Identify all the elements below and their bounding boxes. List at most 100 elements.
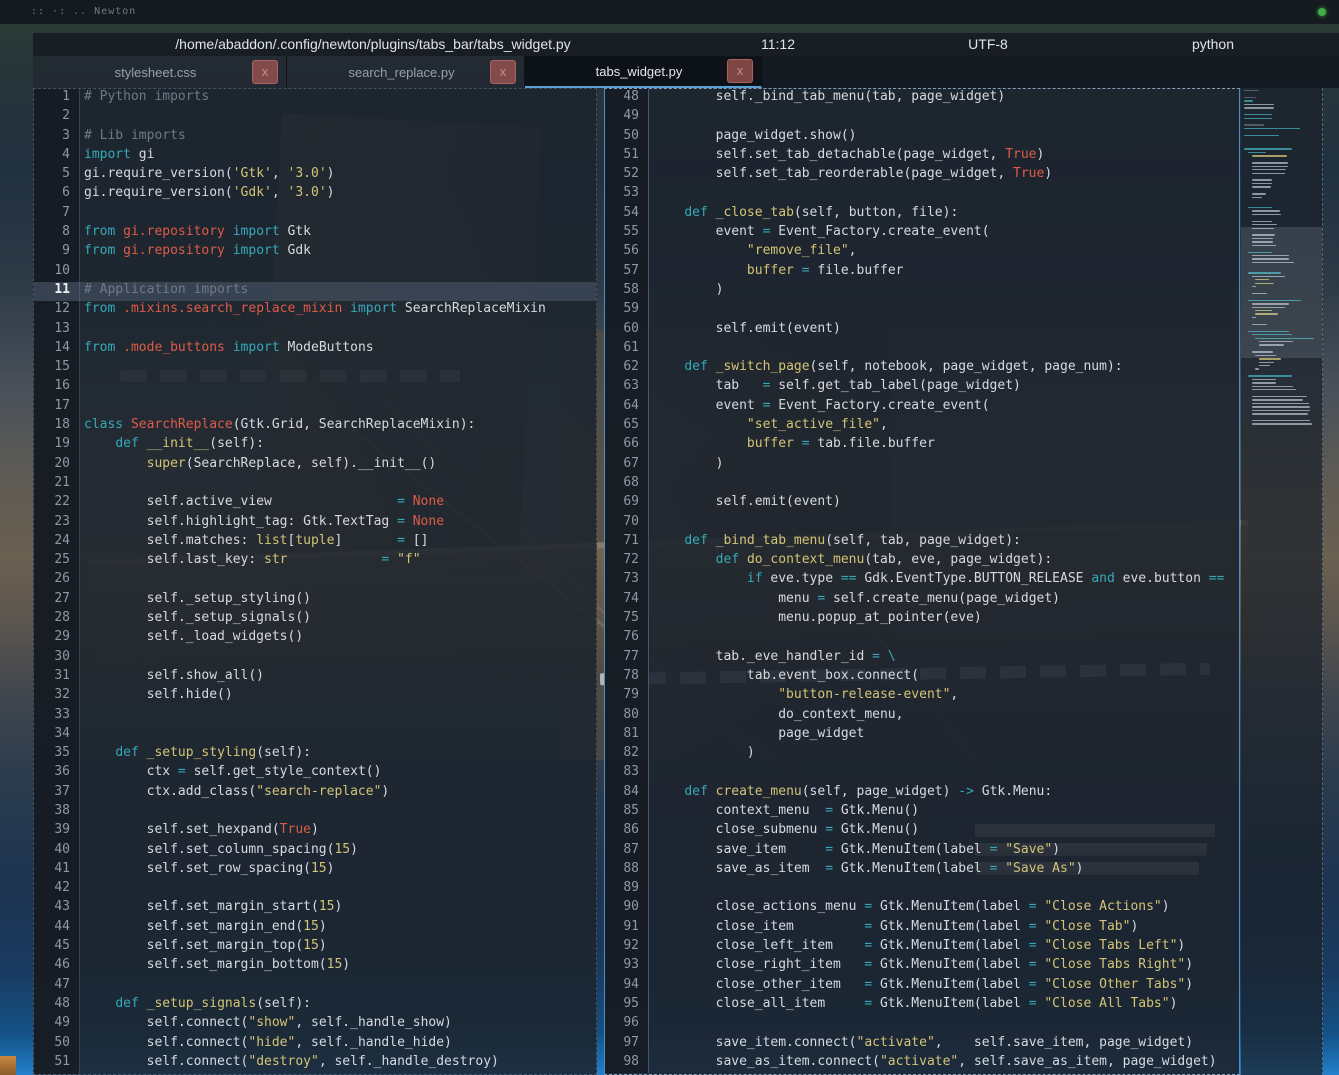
- code-line-52[interactable]: 52 self.set_tab_reorderable(page_widget,…: [605, 166, 1239, 185]
- code-line-50[interactable]: 50 page_widget.show(): [605, 128, 1239, 147]
- code-line-28[interactable]: 28 self._setup_signals(): [34, 610, 596, 629]
- close-tab-icon[interactable]: x: [252, 60, 278, 84]
- code-line-98[interactable]: 98 save_as_item.connect("activate", self…: [605, 1054, 1239, 1073]
- code-line-25[interactable]: 25 self.last_key: str = "f": [34, 552, 596, 571]
- code-line-45[interactable]: 45 self.set_margin_top(15): [34, 938, 596, 957]
- code-line-39[interactable]: 39 self.set_hexpand(True): [34, 822, 596, 841]
- code-line-94[interactable]: 94 close_other_item = Gtk.MenuItem(label…: [605, 977, 1239, 996]
- code-line-49[interactable]: 49: [605, 108, 1239, 127]
- code-line-65[interactable]: 65 "set_active_file",: [605, 417, 1239, 436]
- code-line-40[interactable]: 40 self.set_column_spacing(15): [34, 842, 596, 861]
- code-line-87[interactable]: 87 save_item = Gtk.MenuItem(label = "Sav…: [605, 842, 1239, 861]
- code-line-93[interactable]: 93 close_right_item = Gtk.MenuItem(label…: [605, 957, 1239, 976]
- code-line-72[interactable]: 72 def do_context_menu(tab, eve, page_wi…: [605, 552, 1239, 571]
- code-line-55[interactable]: 55 event = Event_Factory.create_event(: [605, 224, 1239, 243]
- code-line-86[interactable]: 86 close_submenu = Gtk.Menu(): [605, 822, 1239, 841]
- code-line-33[interactable]: 33: [34, 707, 596, 726]
- code-line-68[interactable]: 68: [605, 475, 1239, 494]
- code-line-48[interactable]: 48 def _setup_signals(self):: [34, 996, 596, 1015]
- code-line-6[interactable]: 6gi.require_version('Gdk', '3.0'): [34, 185, 596, 204]
- code-line-23[interactable]: 23 self.highlight_tag: Gtk.TextTag = Non…: [34, 514, 596, 533]
- titlebar[interactable]: :: ·: .. Newton: [0, 0, 1339, 24]
- code-line-7[interactable]: 7: [34, 205, 596, 224]
- code-line-53[interactable]: 53: [605, 185, 1239, 204]
- code-line-83[interactable]: 83: [605, 764, 1239, 783]
- code-line-89[interactable]: 89: [605, 880, 1239, 899]
- code-line-79[interactable]: 79 "button-release-event",: [605, 687, 1239, 706]
- code-line-56[interactable]: 56 "remove_file",: [605, 243, 1239, 262]
- code-line-17[interactable]: 17: [34, 398, 596, 417]
- code-line-42[interactable]: 42: [34, 880, 596, 899]
- editor-pane-right[interactable]: 48 self._bind_tab_menu(tab, page_widget)…: [604, 88, 1240, 1075]
- code-line-31[interactable]: 31 self.show_all(): [34, 668, 596, 687]
- language-label[interactable]: python: [1143, 36, 1283, 52]
- code-line-2[interactable]: 2: [34, 108, 596, 127]
- code-line-80[interactable]: 80 do_context_menu,: [605, 707, 1239, 726]
- code-line-27[interactable]: 27 self._setup_styling(): [34, 591, 596, 610]
- code-line-70[interactable]: 70: [605, 514, 1239, 533]
- code-line-21[interactable]: 21: [34, 475, 596, 494]
- code-line-92[interactable]: 92 close_left_item = Gtk.MenuItem(label …: [605, 938, 1239, 957]
- code-line-37[interactable]: 37 ctx.add_class("search-replace"): [34, 784, 596, 803]
- close-tab-icon[interactable]: x: [490, 60, 516, 84]
- code-line-46[interactable]: 46 self.set_margin_bottom(15): [34, 957, 596, 976]
- code-line-78[interactable]: 78 tab.event_box.connect(: [605, 668, 1239, 687]
- minimap[interactable]: [1241, 88, 1323, 1075]
- tab-search-replace-py[interactable]: search_replace.py x: [287, 56, 525, 88]
- minimap-viewport[interactable]: [1241, 227, 1323, 358]
- tab-stylesheet-css[interactable]: stylesheet.css x: [33, 56, 287, 88]
- code-line-47[interactable]: 47: [34, 977, 596, 996]
- code-line-74[interactable]: 74 menu = self.create_menu(page_widget): [605, 591, 1239, 610]
- code-line-67[interactable]: 67 ): [605, 456, 1239, 475]
- close-tab-icon[interactable]: x: [727, 59, 753, 83]
- code-line-71[interactable]: 71 def _bind_tab_menu(self, tab, page_wi…: [605, 533, 1239, 552]
- code-line-32[interactable]: 32 self.hide(): [34, 687, 596, 706]
- code-line-48[interactable]: 48 self._bind_tab_menu(tab, page_widget): [605, 89, 1239, 108]
- code-line-51[interactable]: 51 self.connect("destroy", self._handle_…: [34, 1054, 596, 1073]
- code-line-81[interactable]: 81 page_widget: [605, 726, 1239, 745]
- code-line-13[interactable]: 13: [34, 321, 596, 340]
- code-line-14[interactable]: 14from .mode_buttons import ModeButtons: [34, 340, 596, 359]
- code-line-69[interactable]: 69 self.emit(event): [605, 494, 1239, 513]
- code-line-91[interactable]: 91 close_item = Gtk.MenuItem(label = "Cl…: [605, 919, 1239, 938]
- code-line-20[interactable]: 20 super(SearchReplace, self).__init__(): [34, 456, 596, 475]
- code-line-8[interactable]: 8from gi.repository import Gtk: [34, 224, 596, 243]
- code-line-4[interactable]: 4import gi: [34, 147, 596, 166]
- encoding-label[interactable]: UTF-8: [923, 36, 1053, 52]
- code-line-29[interactable]: 29 self._load_widgets(): [34, 629, 596, 648]
- code-line-10[interactable]: 10: [34, 263, 596, 282]
- code-line-50[interactable]: 50 self.connect("hide", self._handle_hid…: [34, 1035, 596, 1054]
- code-line-60[interactable]: 60 self.emit(event): [605, 321, 1239, 340]
- code-line-85[interactable]: 85 context_menu = Gtk.Menu(): [605, 803, 1239, 822]
- code-line-75[interactable]: 75 menu.popup_at_pointer(eve): [605, 610, 1239, 629]
- code-line-96[interactable]: 96: [605, 1015, 1239, 1034]
- code-line-38[interactable]: 38: [34, 803, 596, 822]
- code-line-95[interactable]: 95 close_all_item = Gtk.MenuItem(label =…: [605, 996, 1239, 1015]
- code-line-34[interactable]: 34: [34, 726, 596, 745]
- code-line-22[interactable]: 22 self.active_view = None: [34, 494, 596, 513]
- code-line-43[interactable]: 43 self.set_margin_start(15): [34, 899, 596, 918]
- code-line-36[interactable]: 36 ctx = self.get_style_context(): [34, 764, 596, 783]
- code-line-19[interactable]: 19 def __init__(self):: [34, 436, 596, 455]
- code-line-11[interactable]: 11# Application imports: [34, 282, 596, 301]
- code-line-82[interactable]: 82 ): [605, 745, 1239, 764]
- code-line-88[interactable]: 88 save_as_item = Gtk.MenuItem(label = "…: [605, 861, 1239, 880]
- code-line-61[interactable]: 61: [605, 340, 1239, 359]
- editor-pane-left[interactable]: 1# Python imports23# Lib imports4import …: [33, 88, 597, 1075]
- code-line-41[interactable]: 41 self.set_row_spacing(15): [34, 861, 596, 880]
- code-line-1[interactable]: 1# Python imports: [34, 89, 596, 108]
- code-line-64[interactable]: 64 event = Event_Factory.create_event(: [605, 398, 1239, 417]
- code-line-30[interactable]: 30: [34, 649, 596, 668]
- code-line-12[interactable]: 12from .mixins.search_replace_mixin impo…: [34, 301, 596, 320]
- code-line-63[interactable]: 63 tab = self.get_tab_label(page_widget): [605, 378, 1239, 397]
- code-line-16[interactable]: 16: [34, 378, 596, 397]
- code-line-26[interactable]: 26: [34, 571, 596, 590]
- code-line-51[interactable]: 51 self.set_tab_detachable(page_widget, …: [605, 147, 1239, 166]
- code-line-24[interactable]: 24 self.matches: list[tuple] = []: [34, 533, 596, 552]
- code-line-84[interactable]: 84 def create_menu(self, page_widget) ->…: [605, 784, 1239, 803]
- code-line-15[interactable]: 15: [34, 359, 596, 378]
- code-line-66[interactable]: 66 buffer = tab.file.buffer: [605, 436, 1239, 455]
- tab-tabs-widget-py[interactable]: tabs_widget.py x: [525, 56, 762, 88]
- code-line-62[interactable]: 62 def _switch_page(self, notebook, page…: [605, 359, 1239, 378]
- code-line-18[interactable]: 18class SearchReplace(Gtk.Grid, SearchRe…: [34, 417, 596, 436]
